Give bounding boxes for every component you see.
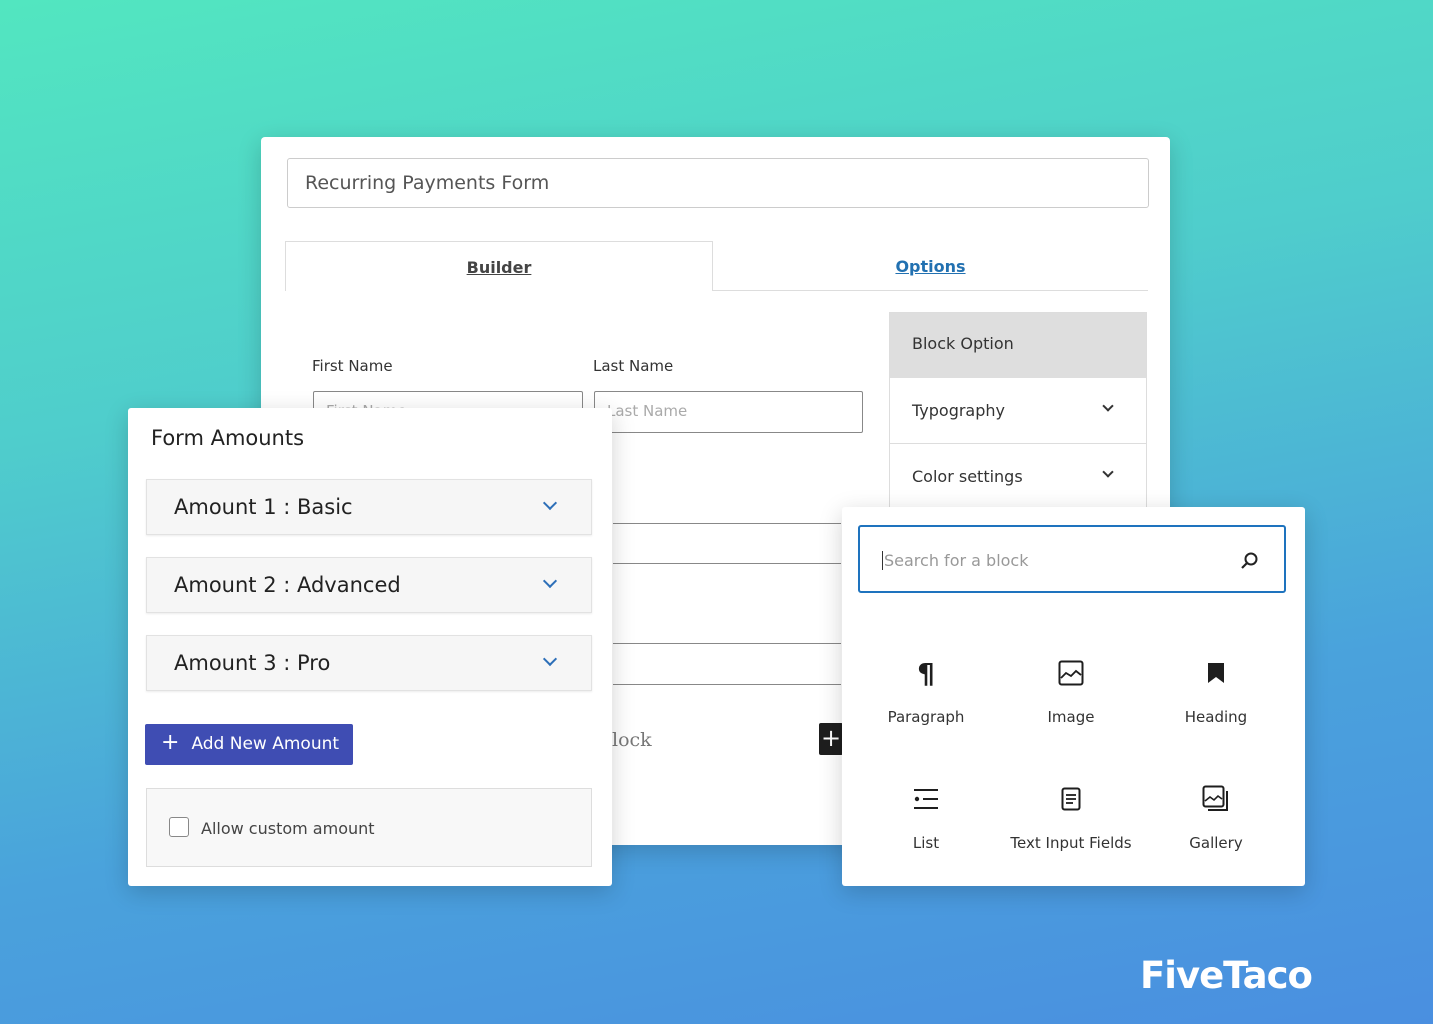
chevron-down-icon xyxy=(542,573,558,589)
block-label: Paragraph xyxy=(887,708,965,726)
plus-icon: + xyxy=(161,730,180,755)
block-search-input[interactable]: Search for a block xyxy=(858,525,1286,593)
chevron-down-icon xyxy=(1102,466,1114,478)
divider xyxy=(613,684,841,685)
paragraph-icon: ¶ xyxy=(917,656,935,690)
amount-label: Amount 2 : Advanced xyxy=(174,573,401,597)
add-new-amount-button[interactable]: + Add New Amount xyxy=(145,724,353,765)
divider xyxy=(613,523,841,524)
custom-amount-label: Allow custom amount xyxy=(201,819,375,838)
chevron-down-icon xyxy=(542,651,558,667)
custom-amount-box: Allow custom amount xyxy=(146,788,592,867)
amount-accordion[interactable]: Amount 2 : Advanced xyxy=(146,557,592,613)
form-amounts-title: Form Amounts xyxy=(151,426,305,450)
typography-row[interactable]: Typography xyxy=(890,378,1146,444)
gallery-icon xyxy=(1146,784,1286,814)
last-name-label: Last Name xyxy=(593,357,674,375)
form-title-text: Recurring Payments Form xyxy=(305,172,550,194)
color-settings-row[interactable]: Color settings xyxy=(890,444,1146,510)
tab-builder[interactable]: Builder xyxy=(285,241,713,291)
custom-amount-checkbox[interactable] xyxy=(169,817,189,837)
amount-label: Amount 1 : Basic xyxy=(174,495,353,519)
search-placeholder: Search for a block xyxy=(882,551,1029,570)
amount-accordion[interactable]: Amount 1 : Basic xyxy=(146,479,592,535)
partial-block-text: lock xyxy=(612,729,652,751)
amount-accordion[interactable]: Amount 3 : Pro xyxy=(146,635,592,691)
tab-label: Builder xyxy=(466,258,532,277)
last-name-input[interactable]: Last Name xyxy=(594,391,863,433)
divider xyxy=(613,643,841,644)
tab-label: Options xyxy=(895,257,966,276)
form-title-input[interactable]: Recurring Payments Form xyxy=(287,158,1149,208)
block-label: Text Input Fields xyxy=(1010,834,1132,852)
row-label: Typography xyxy=(912,401,1005,420)
bookmark-icon xyxy=(1146,658,1286,688)
block-label: Gallery xyxy=(1189,834,1243,852)
placeholder: Last Name xyxy=(607,402,688,420)
amount-label: Amount 3 : Pro xyxy=(174,651,331,675)
tab-options[interactable]: Options xyxy=(713,241,1148,291)
chevron-down-icon xyxy=(1102,400,1114,412)
block-paragraph[interactable]: ¶ Paragraph xyxy=(856,656,996,727)
plus-icon: + xyxy=(820,724,842,752)
divider xyxy=(613,563,841,564)
block-image[interactable]: Image xyxy=(1001,658,1141,726)
search-icon xyxy=(1241,552,1258,569)
brand-logo: FiveTaco xyxy=(1140,954,1313,997)
block-label: Image xyxy=(1047,708,1095,726)
block-gallery[interactable]: Gallery xyxy=(1146,784,1286,852)
chevron-down-icon xyxy=(542,495,558,511)
document-icon xyxy=(1001,784,1141,814)
first-name-label: First Name xyxy=(312,357,393,375)
button-label: Add New Amount xyxy=(191,734,340,754)
block-heading[interactable]: Heading xyxy=(1146,658,1286,726)
block-label: List xyxy=(912,834,940,852)
row-label: Color settings xyxy=(912,467,1023,486)
block-list[interactable]: List xyxy=(856,784,996,852)
block-text-input-fields[interactable]: Text Input Fields xyxy=(1001,784,1141,852)
block-option-panel: Block Option Typography Color settings xyxy=(889,312,1147,512)
image-icon xyxy=(1001,658,1141,688)
list-icon xyxy=(856,784,996,814)
block-option-header: Block Option xyxy=(890,313,1146,378)
add-block-button[interactable]: + xyxy=(819,723,843,755)
block-label: Heading xyxy=(1184,708,1248,726)
